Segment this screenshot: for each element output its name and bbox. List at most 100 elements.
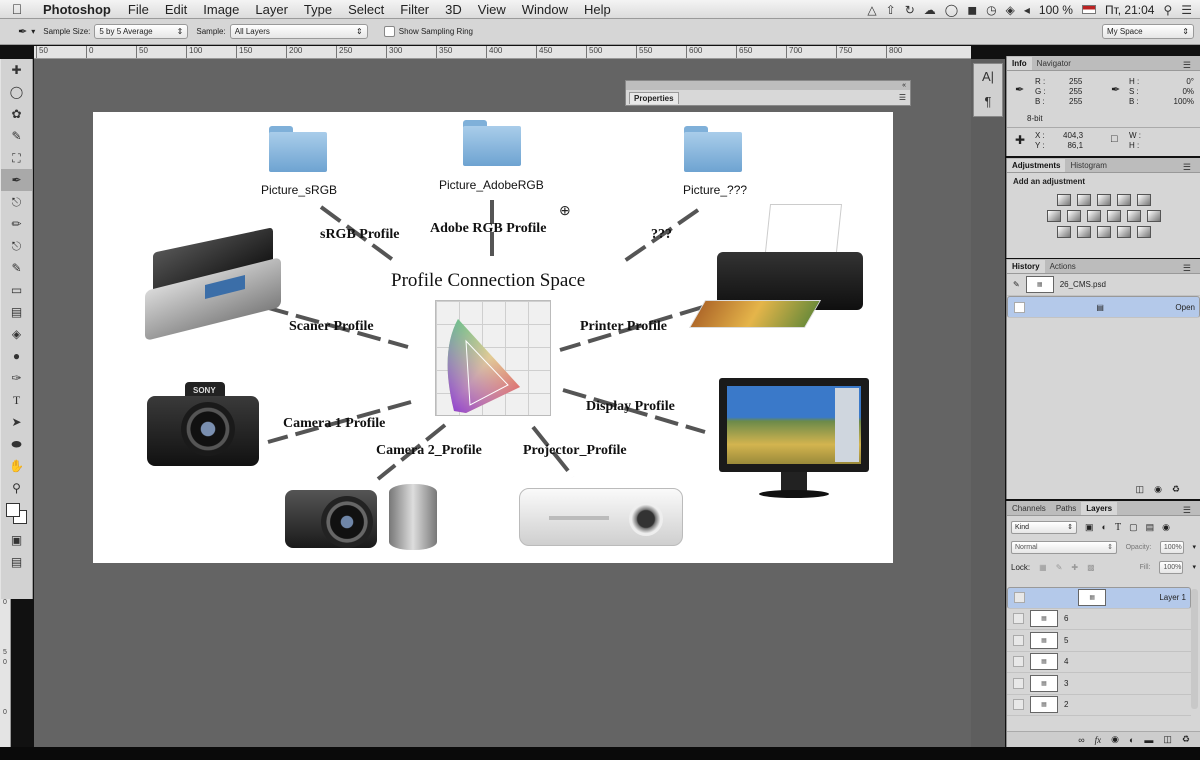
path-select-tool-icon[interactable]: ➤ — [1, 411, 32, 433]
document-canvas[interactable]: Picture_sRGB Picture_AdobeRGB Picture_??… — [93, 112, 893, 563]
healing-brush-tool-icon[interactable]: ⎋ — [1, 191, 32, 213]
eyedropper-icon[interactable]: ✒ — [18, 25, 27, 38]
layer-name[interactable]: 4 — [1064, 657, 1068, 666]
quick-select-tool-icon[interactable]: ✎ — [1, 125, 32, 147]
layer-name[interactable]: Layer 1 — [1159, 593, 1186, 602]
panel-menu-icon[interactable]: ☰ — [1178, 261, 1196, 276]
menu-select[interactable]: Select — [340, 2, 392, 17]
trash-icon[interactable]: ♻ — [1172, 484, 1180, 495]
layer-row[interactable]: ▦ 2 — [1007, 695, 1191, 716]
tab-navigator[interactable]: Navigator — [1032, 57, 1076, 70]
cloud-icon[interactable]: ☁ — [924, 3, 936, 17]
new-group-icon[interactable]: ▬ — [1144, 735, 1153, 745]
type-tool-icon[interactable]: T — [1, 389, 32, 411]
link-layers-icon[interactable]: ∞ — [1078, 735, 1084, 745]
properties-panel[interactable]: « Properties ☰ — [625, 80, 911, 106]
color-balance-icon[interactable] — [1066, 210, 1081, 222]
visibility-toggle[interactable] — [1013, 634, 1024, 646]
layer-row[interactable]: ▦ 4 — [1007, 652, 1191, 673]
tab-info[interactable]: Info — [1007, 57, 1032, 70]
history-state[interactable]: ▤ Open — [1007, 296, 1200, 318]
bluetooth-icon[interactable]: △ — [867, 3, 876, 17]
blend-mode-select[interactable]: Normal ⇕ — [1011, 540, 1117, 554]
sample-size-select[interactable]: 5 by 5 Average ⇕ — [94, 24, 189, 39]
wifi-icon[interactable]: ◈ — [1006, 3, 1015, 17]
layer-mask-icon[interactable]: ◉ — [1111, 734, 1119, 745]
menu-file[interactable]: File — [120, 2, 157, 17]
invert-icon[interactable] — [1056, 226, 1071, 238]
posterize-icon[interactable] — [1076, 226, 1091, 238]
layer-style-icon[interactable]: fx — [1095, 735, 1102, 745]
menu-edit[interactable]: Edit — [157, 2, 195, 17]
menu-view[interactable]: View — [470, 2, 514, 17]
tab-paths[interactable]: Paths — [1051, 502, 1081, 515]
gradient-tool-icon[interactable]: ▤ — [1, 301, 32, 323]
lock-transparent-icon[interactable]: ▦ — [1039, 563, 1047, 572]
blur-tool-icon[interactable]: ◈ — [1, 323, 32, 345]
filter-adjustment-icon[interactable]: ◐ — [1102, 522, 1107, 532]
layer-row[interactable]: ▦ Layer 1 — [1007, 587, 1191, 609]
lock-all-icon[interactable]: ▩ — [1087, 563, 1095, 572]
brightness-contrast-icon[interactable] — [1056, 194, 1071, 206]
panel-menu-icon[interactable]: ☰ — [1178, 503, 1196, 518]
panel-menu-icon[interactable]: ☰ — [1178, 160, 1196, 175]
character-panel-icon[interactable]: A| — [974, 64, 1002, 89]
visibility-toggle[interactable] — [1014, 592, 1025, 604]
filter-pixel-icon[interactable]: ▣ — [1085, 522, 1094, 533]
history-brush-slot[interactable] — [1014, 301, 1025, 313]
menu-help[interactable]: Help — [576, 2, 619, 17]
trash-icon[interactable]: ♻ — [1182, 734, 1190, 745]
quick-mask-icon[interactable]: ▣ — [1, 529, 32, 551]
notification-center-icon[interactable]: ☰ — [1181, 3, 1192, 17]
history-brush-source-icon[interactable]: ✎ — [1013, 280, 1020, 289]
tool-preset-dropdown-icon[interactable]: ▾ — [31, 27, 35, 36]
selective-color-icon[interactable] — [1116, 226, 1131, 238]
clock[interactable]: Пт, 21:04 — [1105, 3, 1155, 17]
black-white-icon[interactable] — [1086, 210, 1101, 222]
layer-name[interactable]: 3 — [1064, 679, 1068, 688]
eyedropper-tool-icon[interactable]: ✒ — [1, 169, 32, 191]
lock-position-icon[interactable]: ✚ — [1071, 563, 1078, 572]
color-swatches[interactable] — [1, 499, 32, 529]
layer-name[interactable]: 6 — [1064, 614, 1068, 623]
threshold-icon[interactable] — [1096, 226, 1111, 238]
history-brush-tool-icon[interactable]: ✎ — [1, 257, 32, 279]
gradient-map-icon[interactable] — [1136, 226, 1151, 238]
tab-properties[interactable]: Properties — [629, 92, 679, 104]
panel-collapse-icon[interactable]: « — [626, 81, 910, 90]
adjustment-layer-icon[interactable]: ◐ — [1129, 735, 1134, 745]
brush-tool-icon[interactable]: ✏ — [1, 213, 32, 235]
tab-history[interactable]: History — [1007, 260, 1045, 273]
layer-filter-select[interactable]: Kind ⇕ — [1011, 520, 1077, 534]
spotlight-icon[interactable]: ⚲ — [1163, 3, 1172, 17]
notification-icon[interactable]: ◼ — [967, 3, 977, 17]
filter-toggle-icon[interactable]: ◉ — [1162, 522, 1170, 533]
new-document-from-state-icon[interactable]: ◫ — [1136, 484, 1145, 495]
marquee-tool-icon[interactable]: ◯ — [1, 81, 32, 103]
curves-icon[interactable] — [1096, 194, 1111, 206]
dodge-tool-icon[interactable]: ● — [1, 345, 32, 367]
filter-type-icon[interactable]: T — [1115, 522, 1121, 533]
lock-pixels-icon[interactable]: ✎ — [1056, 563, 1063, 572]
layer-row[interactable]: ▦ 5 — [1007, 630, 1191, 652]
camera-snapshot-icon[interactable]: ◉ — [1154, 484, 1162, 495]
pen-tool-icon[interactable]: ✑ — [1, 367, 32, 389]
new-layer-icon[interactable]: ◫ — [1163, 734, 1172, 745]
hand-tool-icon[interactable]: ✋ — [1, 455, 32, 477]
zoom-tool-icon[interactable]: ⚲ — [1, 477, 32, 499]
visibility-toggle[interactable] — [1013, 677, 1024, 689]
crop-tool-icon[interactable]: ⛶ — [1, 147, 32, 169]
layers-scrollbar[interactable] — [1191, 589, 1198, 709]
filter-shape-icon[interactable]: ▢ — [1129, 522, 1138, 533]
fill-dropdown-icon[interactable]: ▾ — [1192, 563, 1196, 571]
creative-cloud-icon[interactable]: ◯ — [945, 3, 958, 17]
filter-smart-object-icon[interactable]: ▤ — [1146, 522, 1155, 533]
layer-row[interactable]: ▦ 3 — [1007, 673, 1191, 695]
sample-select[interactable]: All Layers ⇕ — [229, 24, 368, 39]
photo-filter-icon[interactable] — [1106, 210, 1121, 222]
layer-name[interactable]: 5 — [1064, 636, 1068, 645]
vibrance-icon[interactable] — [1136, 194, 1151, 206]
tab-adjustments[interactable]: Adjustments — [1007, 159, 1066, 172]
tab-actions[interactable]: Actions — [1045, 260, 1081, 273]
menu-filter[interactable]: Filter — [392, 2, 437, 17]
